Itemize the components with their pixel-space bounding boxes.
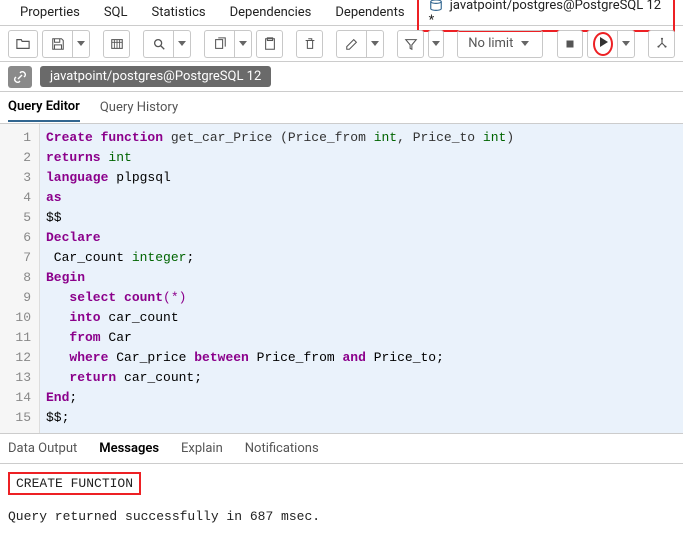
- chevron-down-icon: [432, 41, 440, 46]
- line-num: 15: [0, 408, 39, 428]
- line-num: 6: [0, 228, 39, 248]
- tab-explain[interactable]: Explain: [181, 441, 223, 456]
- line-num: 7: [0, 248, 39, 268]
- connection-bar: javatpoint/postgres@PostgreSQL 12: [0, 62, 683, 92]
- output-status: Query returned successfully in 687 msec.: [8, 509, 675, 524]
- tab-properties[interactable]: Properties: [8, 1, 92, 24]
- tab-query-editor[interactable]: Query Editor: [8, 93, 80, 122]
- tab-dependents[interactable]: Dependents: [323, 1, 416, 24]
- stop-button[interactable]: [557, 30, 584, 58]
- output-result: CREATE FUNCTION: [8, 472, 141, 495]
- chevron-down-icon: [178, 41, 186, 46]
- paste-button[interactable]: [256, 30, 283, 58]
- line-num: 8: [0, 268, 39, 288]
- limit-label: No limit: [468, 36, 513, 51]
- line-num: 9: [0, 288, 39, 308]
- line-num: 3: [0, 168, 39, 188]
- connection-label[interactable]: javatpoint/postgres@PostgreSQL 12: [40, 66, 271, 87]
- limit-select[interactable]: No limit: [457, 30, 543, 58]
- open-file-button[interactable]: [8, 30, 38, 58]
- edit-dropdown[interactable]: [366, 30, 384, 58]
- execute-button[interactable]: [587, 30, 617, 58]
- chevron-down-icon: [622, 41, 630, 46]
- tab-data-output[interactable]: Data Output: [8, 441, 77, 456]
- line-num: 13: [0, 368, 39, 388]
- explain-button[interactable]: [648, 30, 675, 58]
- tab-query-tool[interactable]: javatpoint/postgres@PostgreSQL 12 *: [417, 0, 675, 32]
- output-tabs: Data Output Messages Explain Notificatio…: [0, 434, 683, 464]
- tab-dependencies[interactable]: Dependencies: [218, 1, 324, 24]
- chevron-down-icon: [521, 41, 529, 46]
- line-num: 4: [0, 188, 39, 208]
- line-num: 2: [0, 148, 39, 168]
- tab-sql[interactable]: SQL: [92, 1, 140, 24]
- edit-button[interactable]: [336, 30, 366, 58]
- top-tab-bar: Properties SQL Statistics Dependencies D…: [0, 0, 683, 26]
- tab-statistics[interactable]: Statistics: [140, 1, 218, 24]
- copy-dropdown[interactable]: [234, 30, 252, 58]
- line-num: 12: [0, 348, 39, 368]
- link-icon[interactable]: [8, 66, 32, 88]
- tab-notifications[interactable]: Notifications: [245, 441, 319, 456]
- copy-button[interactable]: [204, 30, 234, 58]
- sql-editor[interactable]: 1 2 3 4 5 6 7 8 9 10 11 12 13 14 15 Crea…: [0, 124, 683, 434]
- line-num: 1: [0, 128, 39, 148]
- toolbar: No limit: [0, 26, 683, 62]
- filter-dropdown[interactable]: [428, 30, 444, 58]
- save-dropdown[interactable]: [72, 30, 90, 58]
- database-icon: [429, 0, 443, 11]
- tab-query-tool-label: javatpoint/postgres@PostgreSQL 12 *: [429, 0, 662, 28]
- tab-messages[interactable]: Messages: [99, 441, 159, 456]
- code-area[interactable]: Create function get_car_Price (Price_fro…: [40, 124, 683, 433]
- filter-button[interactable]: [397, 30, 424, 58]
- save-button[interactable]: [42, 30, 72, 58]
- execute-dropdown[interactable]: [617, 30, 635, 58]
- line-num: 11: [0, 328, 39, 348]
- output-panel: CREATE FUNCTION Query returned successfu…: [0, 464, 683, 532]
- play-icon: [593, 32, 613, 56]
- search-button[interactable]: [143, 30, 173, 58]
- line-num: 14: [0, 388, 39, 408]
- chevron-down-icon: [239, 41, 247, 46]
- line-num: 10: [0, 308, 39, 328]
- chevron-down-icon: [371, 41, 379, 46]
- search-dropdown[interactable]: [173, 30, 191, 58]
- tab-query-history[interactable]: Query History: [100, 94, 178, 121]
- line-num: 5: [0, 208, 39, 228]
- delete-button[interactable]: [296, 30, 323, 58]
- find-button[interactable]: [103, 30, 130, 58]
- line-gutter: 1 2 3 4 5 6 7 8 9 10 11 12 13 14 15: [0, 124, 40, 433]
- editor-tabs: Query Editor Query History: [0, 92, 683, 124]
- chevron-down-icon: [77, 41, 85, 46]
